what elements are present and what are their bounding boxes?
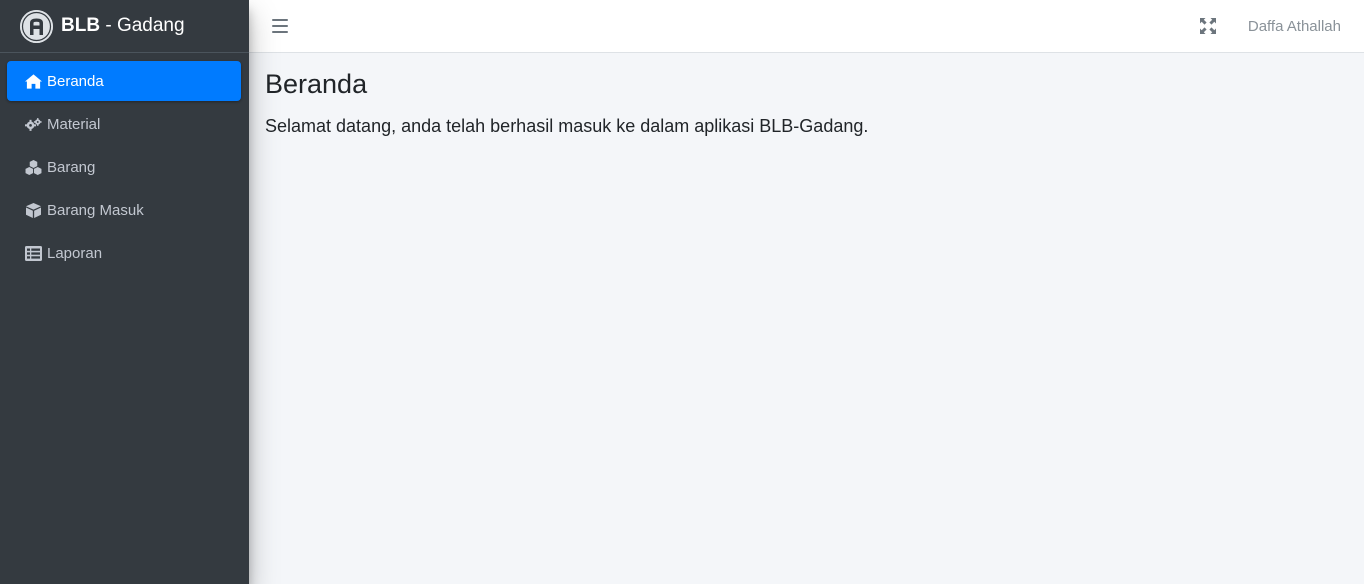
sidebar-nav: Beranda Material Barang Barang Masuk Lap… — [0, 53, 249, 273]
home-icon — [24, 73, 42, 89]
brand-name: BLB - Gadang — [61, 15, 185, 36]
sidebar-item-barang[interactable]: Barang — [7, 147, 241, 187]
sidebar-item-beranda[interactable]: Beranda — [7, 61, 241, 101]
list-icon — [24, 245, 42, 261]
sidebar-item-barang-masuk[interactable]: Barang Masuk — [7, 190, 241, 230]
main-content: Beranda Selamat datang, anda telah berha… — [249, 53, 1364, 584]
fullscreen-icon[interactable] — [1199, 18, 1216, 34]
sidebar-item-label: Material — [47, 115, 101, 133]
user-menu[interactable]: Daffa Athallah — [1248, 18, 1341, 35]
brand-logo-icon — [20, 9, 53, 43]
sidebar-item-label: Barang — [47, 158, 96, 176]
sidebar-item-label: Beranda — [47, 72, 104, 90]
sidebar: BLB - Gadang Beranda Material Barang Bar… — [0, 0, 249, 584]
top-navbar: Daffa Athallah — [249, 0, 1364, 53]
page-title: Beranda — [265, 69, 368, 99]
box-icon — [24, 202, 42, 218]
hamburger-menu-icon[interactable] — [272, 19, 288, 33]
sidebar-item-material[interactable]: Material — [7, 104, 241, 144]
cubes-icon — [24, 159, 42, 175]
sidebar-item-laporan[interactable]: Laporan — [7, 233, 241, 273]
sidebar-item-label: Laporan — [47, 244, 103, 262]
brand-link[interactable]: BLB - Gadang — [0, 0, 249, 53]
sidebar-item-label: Barang Masuk — [47, 201, 144, 219]
welcome-message: Selamat datang, anda telah berhasil masu… — [265, 116, 869, 136]
gears-icon — [24, 116, 42, 132]
